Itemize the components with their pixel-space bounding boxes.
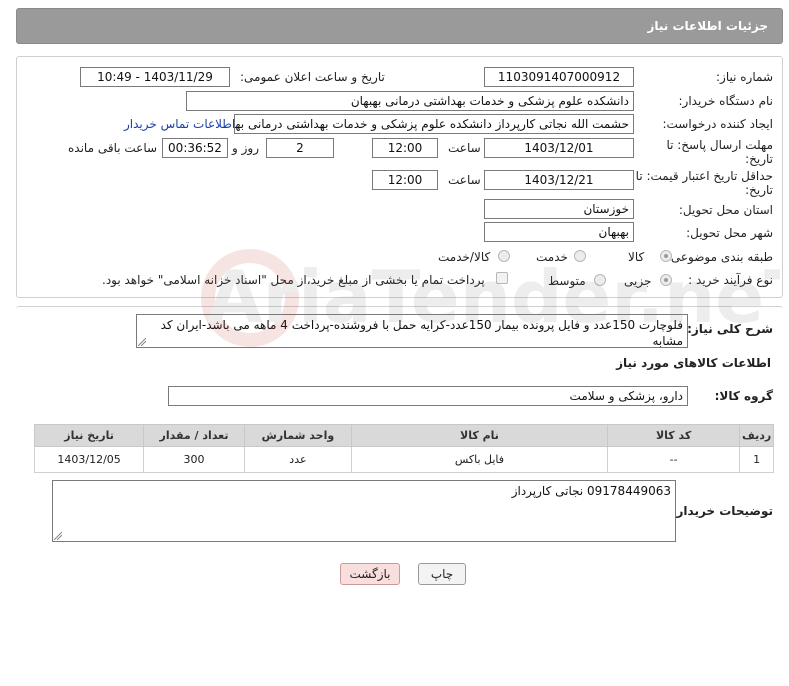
- send-deadline-time-label: ساعت: [448, 141, 481, 155]
- process-option-minor: جزیی: [624, 274, 652, 288]
- process-type-label: نوع فرآیند خرید :: [688, 273, 773, 287]
- col-header-code: کد کالا: [606, 424, 741, 447]
- remaining-days-label: روز و: [232, 141, 259, 155]
- remaining-time-field: 00:36:52: [162, 138, 228, 158]
- cell-qty: 300: [143, 446, 245, 473]
- cell-date: 1403/12/05: [33, 446, 145, 473]
- city-label: شهر محل تحویل:: [686, 226, 773, 240]
- resize-handle-icon[interactable]: [138, 338, 146, 346]
- price-validity-label-line2: تاریخ:: [745, 183, 773, 197]
- buyer-org-field: دانشکده علوم پزشکی و خدمات بهداشتی درمان…: [186, 91, 634, 111]
- cell-code: --: [606, 446, 741, 473]
- col-header-qty: تعداد / مقدار: [143, 424, 245, 447]
- send-deadline-label: مهلت ارسال پاسخ: تا تاریخ:: [666, 138, 773, 166]
- process-option-medium: متوسط: [548, 274, 586, 288]
- cell-unit: عدد: [243, 446, 352, 473]
- col-header-row-number: ردیف: [739, 424, 774, 447]
- table-row: 1 -- فایل باکس عدد 300 1403/12/05: [33, 446, 774, 473]
- process-radio-medium[interactable]: [594, 274, 606, 286]
- page-title: جزئیات اطلاعات نیاز: [647, 19, 768, 33]
- back-button[interactable]: بازگشت: [340, 563, 400, 585]
- province-field: خوزستان: [484, 199, 634, 219]
- buyer-org-label: نام دستگاه خریدار:: [678, 94, 774, 108]
- province-label: استان محل تحویل:: [678, 203, 773, 217]
- price-validity-date-field: 1403/12/21: [484, 170, 634, 190]
- description-label: شرح کلی نیاز:: [687, 322, 773, 336]
- category-radio-goods-service[interactable]: [498, 250, 510, 262]
- panel-header: جزئیات اطلاعات نیاز: [16, 8, 783, 44]
- need-number-field: 1103091407000912: [484, 67, 634, 87]
- send-deadline-label-line2: تاریخ:: [745, 152, 773, 166]
- need-number-label: شماره نیاز:: [716, 70, 773, 84]
- send-deadline-date-field: 1403/12/01: [484, 138, 634, 158]
- goods-group-field: دارو، پزشکی و سلامت: [168, 386, 688, 406]
- announce-datetime-field: 1403/11/29 - 10:49: [80, 67, 230, 87]
- table-header-row: ردیف کد کالا نام کالا واحد شمارش تعداد /…: [33, 424, 774, 447]
- cell-row-number: 1: [739, 446, 774, 473]
- category-option-service: خدمت: [536, 250, 568, 264]
- requester-field: حشمت الله نجاتی کارپرداز دانشکده علوم پز…: [234, 114, 634, 134]
- treasury-checkbox[interactable]: [496, 272, 508, 284]
- description-field: فلوچارت 150عدد و فایل پرونده بیمار 150عد…: [136, 314, 688, 348]
- announce-datetime-label: تاریخ و ساعت اعلان عمومی:: [240, 70, 385, 84]
- remaining-days-field: 2: [266, 138, 334, 158]
- send-deadline-label-line1: مهلت ارسال پاسخ: تا: [666, 138, 773, 152]
- category-radio-goods[interactable]: [660, 250, 672, 262]
- send-deadline-time-field: 12:00: [372, 138, 438, 158]
- col-header-name: نام کالا: [350, 424, 608, 447]
- print-button[interactable]: چاپ: [418, 563, 466, 585]
- goods-group-label: گروه کالا:: [714, 389, 773, 403]
- category-option-goods-service: کالا/خدمت: [438, 250, 491, 264]
- price-validity-time-label: ساعت: [448, 173, 481, 187]
- price-validity-time-field: 12:00: [372, 170, 438, 190]
- goods-section-title: اطلاعات کالاهای مورد نیاز: [616, 356, 771, 370]
- col-header-date: تاریخ نیاز: [33, 424, 145, 447]
- process-radio-minor[interactable]: [660, 274, 672, 286]
- col-header-unit: واحد شمارش: [243, 424, 352, 447]
- cell-name: فایل باکس: [350, 446, 608, 473]
- buyer-notes-field: 09178449063 نجاتی کارپرداز: [52, 480, 676, 542]
- requester-label: ایجاد کننده درخواست:: [662, 117, 773, 131]
- category-label: طبقه بندی موضوعی:: [666, 250, 773, 264]
- price-validity-label-line1: حداقل تاریخ اعتبار قیمت: تا: [635, 169, 773, 183]
- items-table: ردیف کد کالا نام کالا واحد شمارش تعداد /…: [33, 424, 774, 473]
- city-field: بهبهان: [484, 222, 634, 242]
- resize-handle-icon[interactable]: [54, 532, 62, 540]
- buyer-notes-label: توضیحات خریدار:: [671, 504, 773, 518]
- price-validity-label: حداقل تاریخ اعتبار قیمت: تا تاریخ:: [636, 169, 773, 197]
- category-radio-service[interactable]: [574, 250, 586, 262]
- treasury-checkbox-label: پرداخت تمام یا بخشی از مبلغ خرید،از محل …: [102, 273, 485, 287]
- buyer-contact-link[interactable]: اطلاعات تماس خریدار: [124, 117, 235, 131]
- remaining-time-label: ساعت باقی مانده: [68, 141, 158, 155]
- category-option-goods: کالا: [628, 250, 645, 264]
